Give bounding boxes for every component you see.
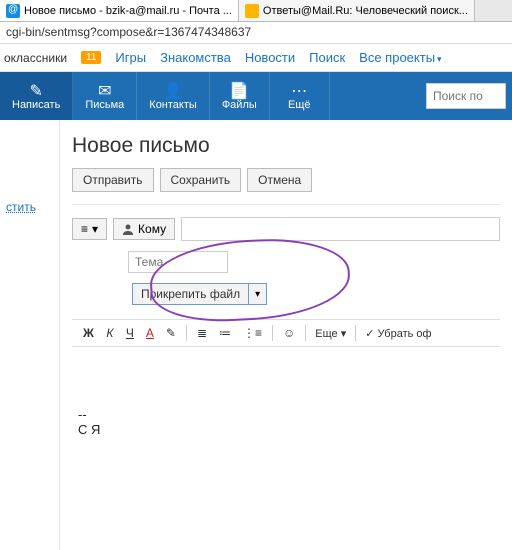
action-row: Отправить Сохранить Отмена bbox=[72, 168, 500, 205]
nav-news[interactable]: Новости bbox=[245, 50, 295, 65]
answers-favicon-icon bbox=[245, 4, 259, 18]
mail-favicon-icon bbox=[6, 4, 20, 18]
subject-input[interactable] bbox=[128, 251, 228, 273]
list-unordered-button[interactable]: ⋮≡ bbox=[238, 324, 267, 342]
tab-title: Новое письмо - bzik-a@mail.ru - Почта ..… bbox=[24, 5, 232, 17]
search-container bbox=[420, 72, 512, 120]
save-button[interactable]: Сохранить bbox=[160, 168, 242, 192]
list-ordered-button[interactable]: ≔ bbox=[214, 324, 236, 342]
url-text: cgi-bin/sentmsg?compose&r=1367474348637 bbox=[6, 25, 251, 39]
browser-tabs: Новое письмо - bzik-a@mail.ru - Почта ..… bbox=[0, 0, 512, 22]
more-label: Ещё bbox=[288, 99, 311, 111]
compose-button[interactable]: ✎ Написать bbox=[0, 72, 73, 120]
separator bbox=[305, 325, 306, 341]
priority-button[interactable]: ≡ ▾ bbox=[72, 218, 107, 240]
cancel-button[interactable]: Отмена bbox=[247, 168, 312, 192]
chevron-down-icon: ▾ bbox=[437, 54, 442, 64]
nav-search[interactable]: Поиск bbox=[309, 50, 345, 65]
compose-pane: Новое письмо Отправить Сохранить Отмена … bbox=[60, 120, 512, 550]
more-button[interactable]: ⋯ Ещё bbox=[270, 72, 330, 120]
underline-button[interactable]: Ч bbox=[121, 324, 139, 342]
to-row: ≡ ▾ Кому bbox=[72, 217, 500, 241]
separator bbox=[355, 325, 356, 341]
to-input[interactable] bbox=[181, 217, 500, 241]
contacts-button[interactable]: 👤 Контакты bbox=[137, 72, 210, 120]
files-label: Файлы bbox=[222, 99, 257, 111]
person-icon: 👤 bbox=[163, 81, 183, 99]
attach-row: Прикрепить файл ▾ bbox=[132, 283, 500, 305]
highlight-button[interactable]: ✎ bbox=[161, 324, 181, 342]
subject-row bbox=[128, 251, 500, 273]
left-sidebar: стить bbox=[0, 120, 60, 550]
italic-button[interactable]: К bbox=[101, 324, 119, 342]
priority-icon: ≡ bbox=[81, 222, 88, 236]
align-button[interactable]: ≣ bbox=[192, 324, 212, 342]
message-body[interactable]: -- С Я bbox=[72, 357, 500, 517]
contacts-label: Контакты bbox=[149, 99, 197, 111]
mail-toolbar: ✎ Написать ✉ Письма 👤 Контакты 📄 Файлы ⋯… bbox=[0, 72, 512, 120]
nav-badge[interactable]: 11 bbox=[81, 51, 101, 64]
nav-projects[interactable]: Все проекты▾ bbox=[359, 50, 441, 65]
signature-name: С Я bbox=[78, 422, 494, 437]
remove-formatting-button[interactable]: ✓ Убрать оф bbox=[361, 325, 435, 342]
nav-dating[interactable]: Знакомства bbox=[160, 50, 231, 65]
pencil-icon: ✎ bbox=[29, 81, 42, 99]
hand-drawn-circle bbox=[148, 235, 352, 325]
bold-button[interactable]: Ж bbox=[78, 324, 99, 342]
emoji-button[interactable]: ☺ bbox=[278, 324, 300, 342]
to-label: Кому bbox=[138, 222, 166, 236]
chevron-down-icon: ▾ bbox=[92, 222, 98, 236]
person-icon bbox=[122, 223, 134, 235]
sidebar-clear-link[interactable]: стить bbox=[6, 200, 36, 214]
content-area: стить Новое письмо Отправить Сохранить О… bbox=[0, 120, 512, 550]
nav-ok[interactable]: оклассники bbox=[4, 51, 67, 65]
browser-tab-2[interactable]: Ответы@Mail.Ru: Человеческий поиск... bbox=[239, 0, 475, 21]
toolbar-more-button[interactable]: Еще ▾ bbox=[311, 325, 350, 342]
nav-games[interactable]: Игры bbox=[115, 50, 146, 65]
tab-title: Ответы@Mail.Ru: Человеческий поиск... bbox=[263, 5, 468, 17]
attach-dropdown[interactable]: ▾ bbox=[249, 283, 267, 305]
inbox-label: Письма bbox=[85, 99, 124, 111]
search-input[interactable] bbox=[426, 83, 506, 109]
editor-toolbar: Ж К Ч А ✎ ≣ ≔ ⋮≡ ☺ Еще ▾ ✓ Убрать оф bbox=[72, 319, 500, 347]
envelope-icon: ✉ bbox=[98, 81, 111, 99]
separator bbox=[272, 325, 273, 341]
compose-label: Написать bbox=[12, 99, 60, 111]
url-bar[interactable]: cgi-bin/sentmsg?compose&r=1367474348637 bbox=[0, 22, 512, 44]
browser-tab-1[interactable]: Новое письмо - bzik-a@mail.ru - Почта ..… bbox=[0, 0, 239, 21]
signature-dashes: -- bbox=[78, 407, 494, 422]
page-title: Новое письмо bbox=[72, 134, 500, 158]
portal-nav: оклассники 11 Игры Знакомства Новости По… bbox=[0, 44, 512, 72]
separator bbox=[186, 325, 187, 341]
attach-button[interactable]: Прикрепить файл bbox=[132, 283, 249, 305]
dots-icon: ⋯ bbox=[291, 81, 307, 99]
files-button[interactable]: 📄 Файлы bbox=[210, 72, 270, 120]
inbox-button[interactable]: ✉ Письма bbox=[73, 72, 137, 120]
to-button[interactable]: Кому bbox=[113, 218, 175, 240]
text-color-button[interactable]: А bbox=[141, 324, 159, 342]
document-icon: 📄 bbox=[229, 81, 249, 99]
send-button[interactable]: Отправить bbox=[72, 168, 154, 192]
